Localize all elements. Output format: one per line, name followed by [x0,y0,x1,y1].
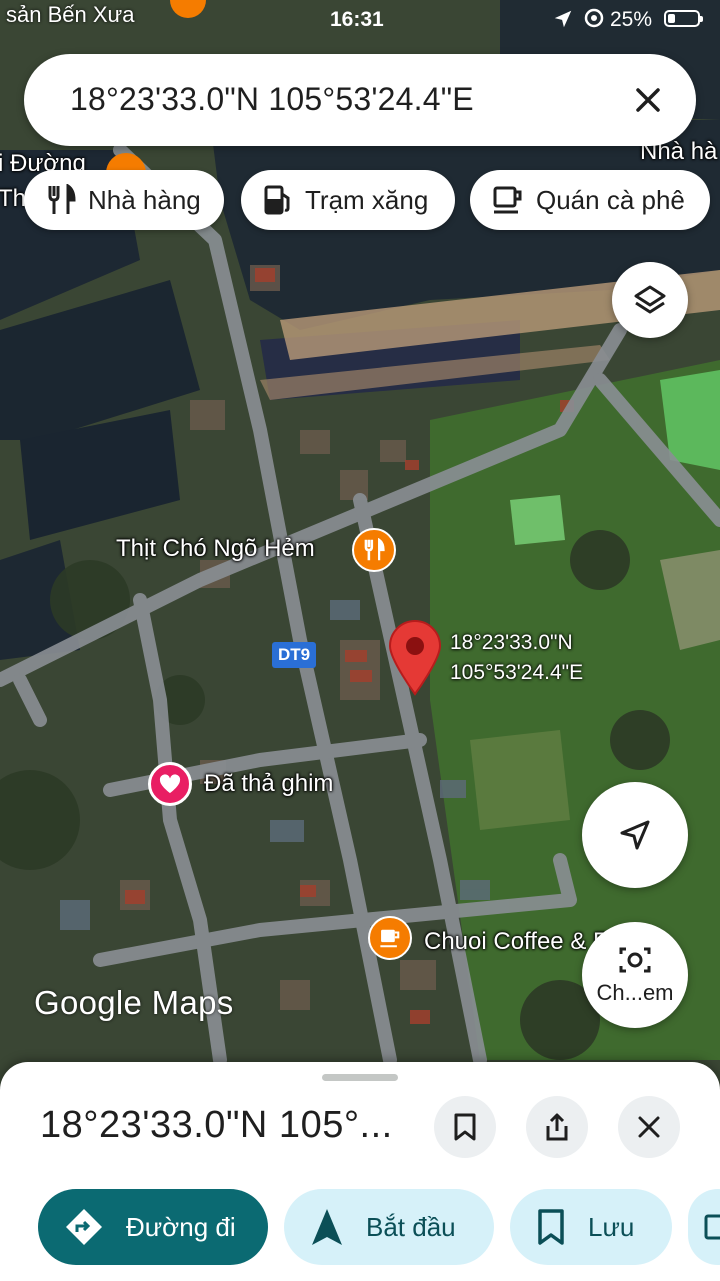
status-time: 16:31 [330,8,384,31]
close-icon [638,1116,660,1138]
my-location-button[interactable] [582,782,688,888]
status-bar: sản Bến Xưa 16:31 25% [0,0,720,40]
more-actions-button[interactable] [688,1189,720,1265]
start-button[interactable]: Bắt đầu [284,1189,494,1265]
chip-coffee-label: Quán cà phê [536,184,685,215]
restaurant-icon [364,538,385,561]
heart-icon [159,774,181,794]
poi-restaurant-label[interactable]: Thịt Chó Ngõ Hẻm [116,535,315,563]
battery-percent: 25% [610,8,653,31]
layers-icon [634,285,666,314]
chip-gas-stations[interactable]: Trạm xăng [241,170,455,230]
map-layers-button[interactable] [612,262,688,338]
restaurant-poi-icon [170,0,206,18]
battery-icon [664,10,703,27]
restaurant-icon [48,184,76,214]
place-bottom-sheet[interactable]: 18°23'33.0"N 105°... Đường đi Bắt đầu Lư… [0,1062,720,1281]
dropped-pin-label[interactable]: Đã thả ghim [204,770,333,798]
chip-gas-stations-label: Trạm xăng [305,184,429,215]
chip-coffee[interactable]: Quán cà phê [470,170,710,230]
edge-label-left2: Th [0,185,27,212]
coffee-icon [380,929,400,948]
poi-restaurant-marker[interactable] [352,528,396,572]
pin-coordinates-label: 18°23'33.0"N 105°53'24.4"E [450,628,583,688]
bookmark-icon [538,1209,564,1245]
save-bookmark-button[interactable] [434,1096,496,1158]
coffee-icon [493,186,522,214]
location-pin-icon[interactable] [388,620,442,696]
clipped-place-label: sản Bến Xưa [6,2,135,27]
pin-lat: 18°23'33.0"N [450,631,573,654]
camera-lens-icon [619,947,651,973]
navigation-arrow-icon [620,820,650,850]
poi-coffee-marker[interactable] [368,916,412,960]
close-sheet-button[interactable] [618,1096,680,1158]
search-bar[interactable]: 18°23'33.0"N 105°53'24.4"E [24,54,696,146]
chip-restaurants-label: Nhà hàng [88,184,201,215]
save-label: Lưu [588,1211,635,1242]
directions-button[interactable]: Đường đi [38,1189,268,1265]
dropped-pin-marker[interactable] [148,762,192,806]
more-icon [704,1214,720,1240]
google-maps-logo: Google Maps [34,984,234,1021]
lens-label: Ch...em [596,980,674,1005]
clear-search-icon[interactable] [624,76,672,124]
share-button[interactable] [526,1096,588,1158]
start-label: Bắt đầu [366,1211,456,1242]
navigation-arrow-icon [312,1209,342,1245]
gas-station-icon [264,185,290,215]
place-title: 18°23'33.0"N 105°... [40,1104,393,1146]
lens-search-button[interactable]: Ch...em [582,922,688,1028]
directions-label: Đường đi [126,1211,236,1242]
pin-lng: 105°53'24.4"E [450,661,584,684]
location-arrow-icon [554,10,572,28]
drag-handle[interactable] [322,1074,398,1081]
directions-icon [66,1209,102,1245]
search-query[interactable]: 18°23'33.0"N 105°53'24.4"E [70,81,474,118]
save-button[interactable]: Lưu [510,1189,672,1265]
chip-restaurants[interactable]: Nhà hàng [24,170,224,230]
road-badge: DT9 [272,642,317,668]
bookmark-icon [454,1113,476,1141]
rotation-lock-icon [584,8,604,28]
share-icon [546,1113,568,1141]
